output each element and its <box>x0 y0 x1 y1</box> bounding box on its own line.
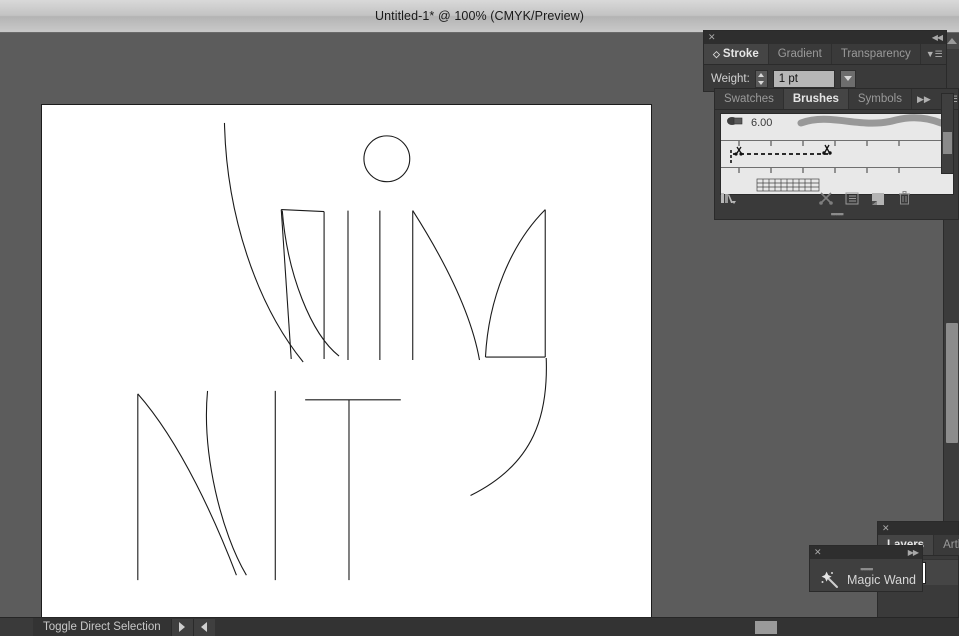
tab-symbols-label: Symbols <box>857 93 902 105</box>
status-prev-button[interactable] <box>192 618 215 636</box>
weight-dropdown-button[interactable] <box>839 69 856 88</box>
horizontal-scroll-thumb[interactable] <box>754 620 777 634</box>
document-horizontal-scrollbar[interactable] <box>214 617 959 636</box>
artwork-m-diagonal-1 <box>412 210 481 361</box>
panel-menu-icon[interactable]: ▼☰ <box>921 44 948 64</box>
tab-swatches-label: Swatches <box>724 93 774 105</box>
artwork-curve-right <box>470 357 547 496</box>
chevron-down-icon <box>843 76 852 81</box>
brushes-panel: Swatches Brushes Symbols ▶▶ ▼☰ <box>714 88 959 220</box>
tab-brushes[interactable]: Brushes <box>783 89 849 109</box>
brush-item-dashed[interactable] <box>721 141 953 168</box>
artwork-n-diagonal <box>137 393 237 576</box>
brushes-panel-tabs: Swatches Brushes Symbols ▶▶ ▼☰ <box>715 89 958 110</box>
stroke-panel: ✕ ◀◀ ◇ Stroke Gradient Transparency ▼☰ W… <box>703 30 947 92</box>
artwork-w-inner-curve <box>281 210 340 357</box>
scissors-icon <box>734 146 743 156</box>
expand-arrows-icon[interactable]: ▶▶ <box>912 89 936 109</box>
window-titlebar: Untitled-1* @ 100% (CMYK/Preview) <box>0 0 959 33</box>
drag-grip-icon: ▪▪▪▪▪▪▪ <box>830 208 844 219</box>
arrow-right-icon <box>179 622 186 632</box>
weight-input[interactable]: 1 pt <box>772 69 835 88</box>
artwork-w-stem-left <box>280 209 292 360</box>
artwork-circle <box>363 135 411 183</box>
brushes-vertical-scrollbar[interactable] <box>941 93 954 174</box>
tab-gradient-label: Gradient <box>777 48 822 60</box>
tab-artboards[interactable]: Artbo <box>934 535 959 555</box>
artwork-w-top-bar <box>281 209 325 213</box>
magic-wand-drag-grip[interactable]: ▪▪▪▪▪▪▪ <box>810 559 922 574</box>
weight-label: Weight: <box>711 72 750 85</box>
new-brush-icon[interactable] <box>865 189 891 207</box>
status-message: Toggle Direct Selection <box>43 621 161 633</box>
arrow-left-icon <box>201 622 208 632</box>
arrow-up-icon <box>947 38 957 44</box>
close-icon[interactable]: ✕ <box>814 548 822 557</box>
collapse-to-icons-icon[interactable]: ◀◀ <box>932 33 943 42</box>
artwork-vector <box>137 122 547 581</box>
stepper-up-icon[interactable] <box>758 72 765 77</box>
tab-brushes-label: Brushes <box>792 93 839 105</box>
stroke-panel-titlebar[interactable]: ✕ ◀◀ <box>704 31 946 44</box>
stroke-panel-tabs: ◇ Stroke Gradient Transparency ▼☰ <box>704 44 946 65</box>
brushes-panel-resize-grip[interactable]: ▪▪▪▪▪▪▪ <box>715 208 958 219</box>
artwork-curve-1 <box>223 122 304 363</box>
tab-stroke-label: Stroke <box>722 48 759 60</box>
stepper-down-icon[interactable] <box>758 80 765 85</box>
brushes-panel-footer <box>715 189 958 207</box>
artboard-canvas[interactable] <box>41 104 652 621</box>
status-next-button[interactable] <box>170 618 193 636</box>
tab-stroke[interactable]: ◇ Stroke <box>704 44 769 64</box>
brushes-list[interactable]: 6.00 <box>720 113 954 195</box>
brush-libraries-menu-icon[interactable] <box>715 189 741 207</box>
tab-transparency-label: Transparency <box>840 48 911 60</box>
status-bar: Toggle Direct Selection <box>0 617 959 636</box>
tab-swatches[interactable]: Swatches <box>715 89 784 109</box>
document-title: Untitled-1* @ 100% (CMYK/Preview) <box>374 9 585 23</box>
artwork-m-diagonal-2 <box>484 209 546 358</box>
magic-wand-titlebar[interactable]: ✕ ▶▶ <box>810 546 922 559</box>
tab-gradient[interactable]: Gradient <box>768 44 832 64</box>
magic-wand-panel: ✕ ▶▶ ▪▪▪▪▪▪▪ Magic Wand <box>809 545 923 592</box>
dashed-pattern-brush-preview <box>730 141 900 165</box>
close-icon[interactable]: ✕ <box>708 33 716 42</box>
illustrator-window: Untitled-1* @ 100% (CMYK/Preview) ✕ ◀◀ ◇… <box>0 0 959 636</box>
stroke-diamond-icon: ◇ <box>713 48 720 59</box>
remove-brush-stroke-icon[interactable] <box>813 189 839 207</box>
tab-transparency[interactable]: Transparency <box>831 44 921 64</box>
status-bar-left-pad <box>0 617 33 636</box>
expand-arrows-icon[interactable]: ▶▶ <box>908 548 919 557</box>
brush-thumb-icon <box>727 117 743 125</box>
delete-brush-icon[interactable] <box>891 189 917 207</box>
brushes-scroll-thumb[interactable] <box>943 132 952 154</box>
close-icon[interactable]: ✕ <box>882 524 890 533</box>
vertical-scroll-thumb[interactable] <box>946 323 958 443</box>
tab-artboards-label: Artbo <box>943 539 959 551</box>
weight-stepper[interactable] <box>754 69 768 88</box>
brush-label-calligraphic: 6.00 <box>751 117 773 129</box>
tab-symbols[interactable]: Symbols <box>848 89 912 109</box>
magic-wand-icon <box>821 571 838 588</box>
magic-wand-label: Magic Wand <box>847 573 917 587</box>
brush-item-calligraphic[interactable]: 6.00 <box>721 114 953 141</box>
artwork-n-curve <box>205 390 247 576</box>
layers-panel-titlebar[interactable]: ✕ <box>878 522 958 535</box>
brush-options-icon[interactable] <box>839 189 865 207</box>
